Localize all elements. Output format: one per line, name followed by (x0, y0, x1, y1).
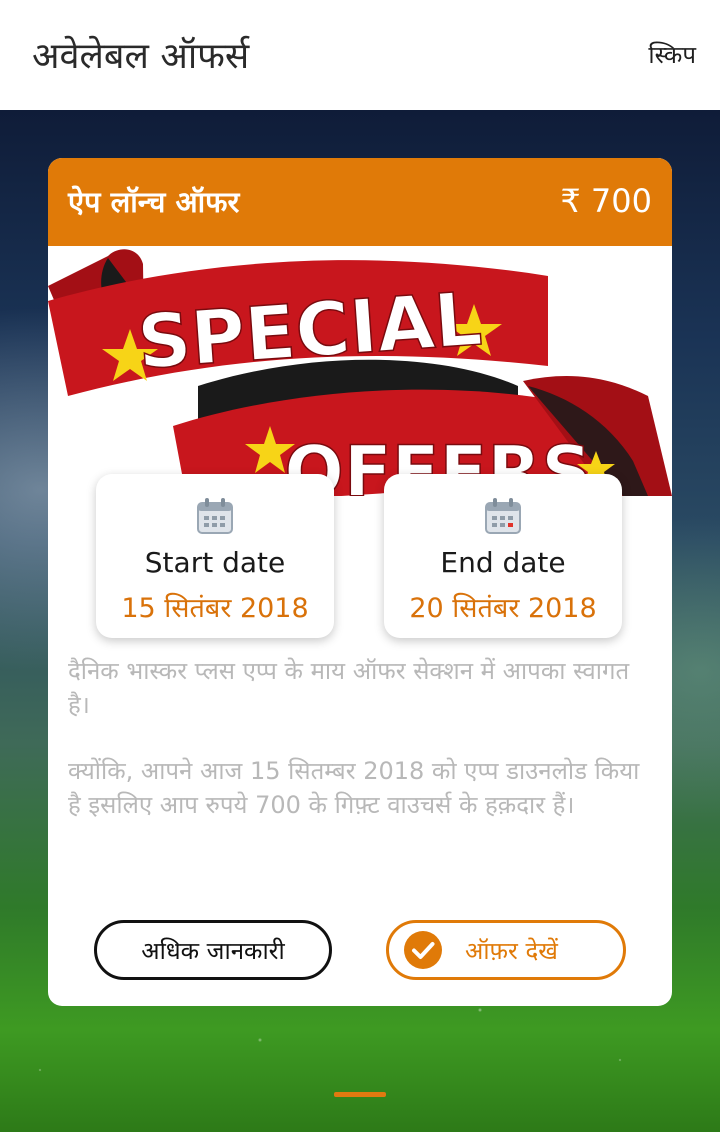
start-date-card: Start date 15 सितंबर 2018 (96, 474, 334, 638)
page-indicator (334, 1092, 386, 1097)
page-title: अवेलेबल ऑफर्स (32, 36, 250, 77)
check-circle-icon (404, 931, 442, 969)
offer-description-eligibility: क्योंकि, आपने आज 15 सितम्बर 2018 को एप्प… (68, 757, 640, 819)
offer-card-header: ऐप लॉन्च ऑफर ₹ 700 (48, 158, 672, 246)
calendar-icon (197, 498, 233, 534)
end-date-card: End date 20 सितंबर 2018 (384, 474, 622, 638)
skip-button[interactable]: स्किप (648, 38, 696, 71)
end-date-label: End date (440, 546, 566, 579)
view-offer-label: ऑफ़र देखें (465, 936, 558, 965)
view-offer-button[interactable]: ऑफ़र देखें (386, 920, 626, 980)
offer-title: ऐप लॉन्च ऑफर (68, 185, 240, 219)
more-info-button[interactable]: अधिक जानकारी (94, 920, 332, 980)
start-date-label: Start date (144, 546, 286, 579)
offer-description-welcome: दैनिक भास्कर प्लस एप्प के माय ऑफर सेक्शन… (68, 657, 630, 719)
special-offers-banner: SPECIAL OFFERS (48, 249, 672, 496)
calendar-icon (485, 498, 521, 534)
start-date-value: 15 सितंबर 2018 (121, 593, 309, 624)
app-bar: अवेलेबल ऑफर्स स्किप (0, 0, 720, 110)
end-date-value: 20 सितंबर 2018 (409, 593, 597, 624)
more-info-label: अधिक जानकारी (141, 936, 285, 965)
offer-card: ऐप लॉन्च ऑफर ₹ 700 SPECIAL OFFERS Start … (48, 158, 672, 1006)
offer-amount: ₹ 700 (560, 182, 652, 220)
